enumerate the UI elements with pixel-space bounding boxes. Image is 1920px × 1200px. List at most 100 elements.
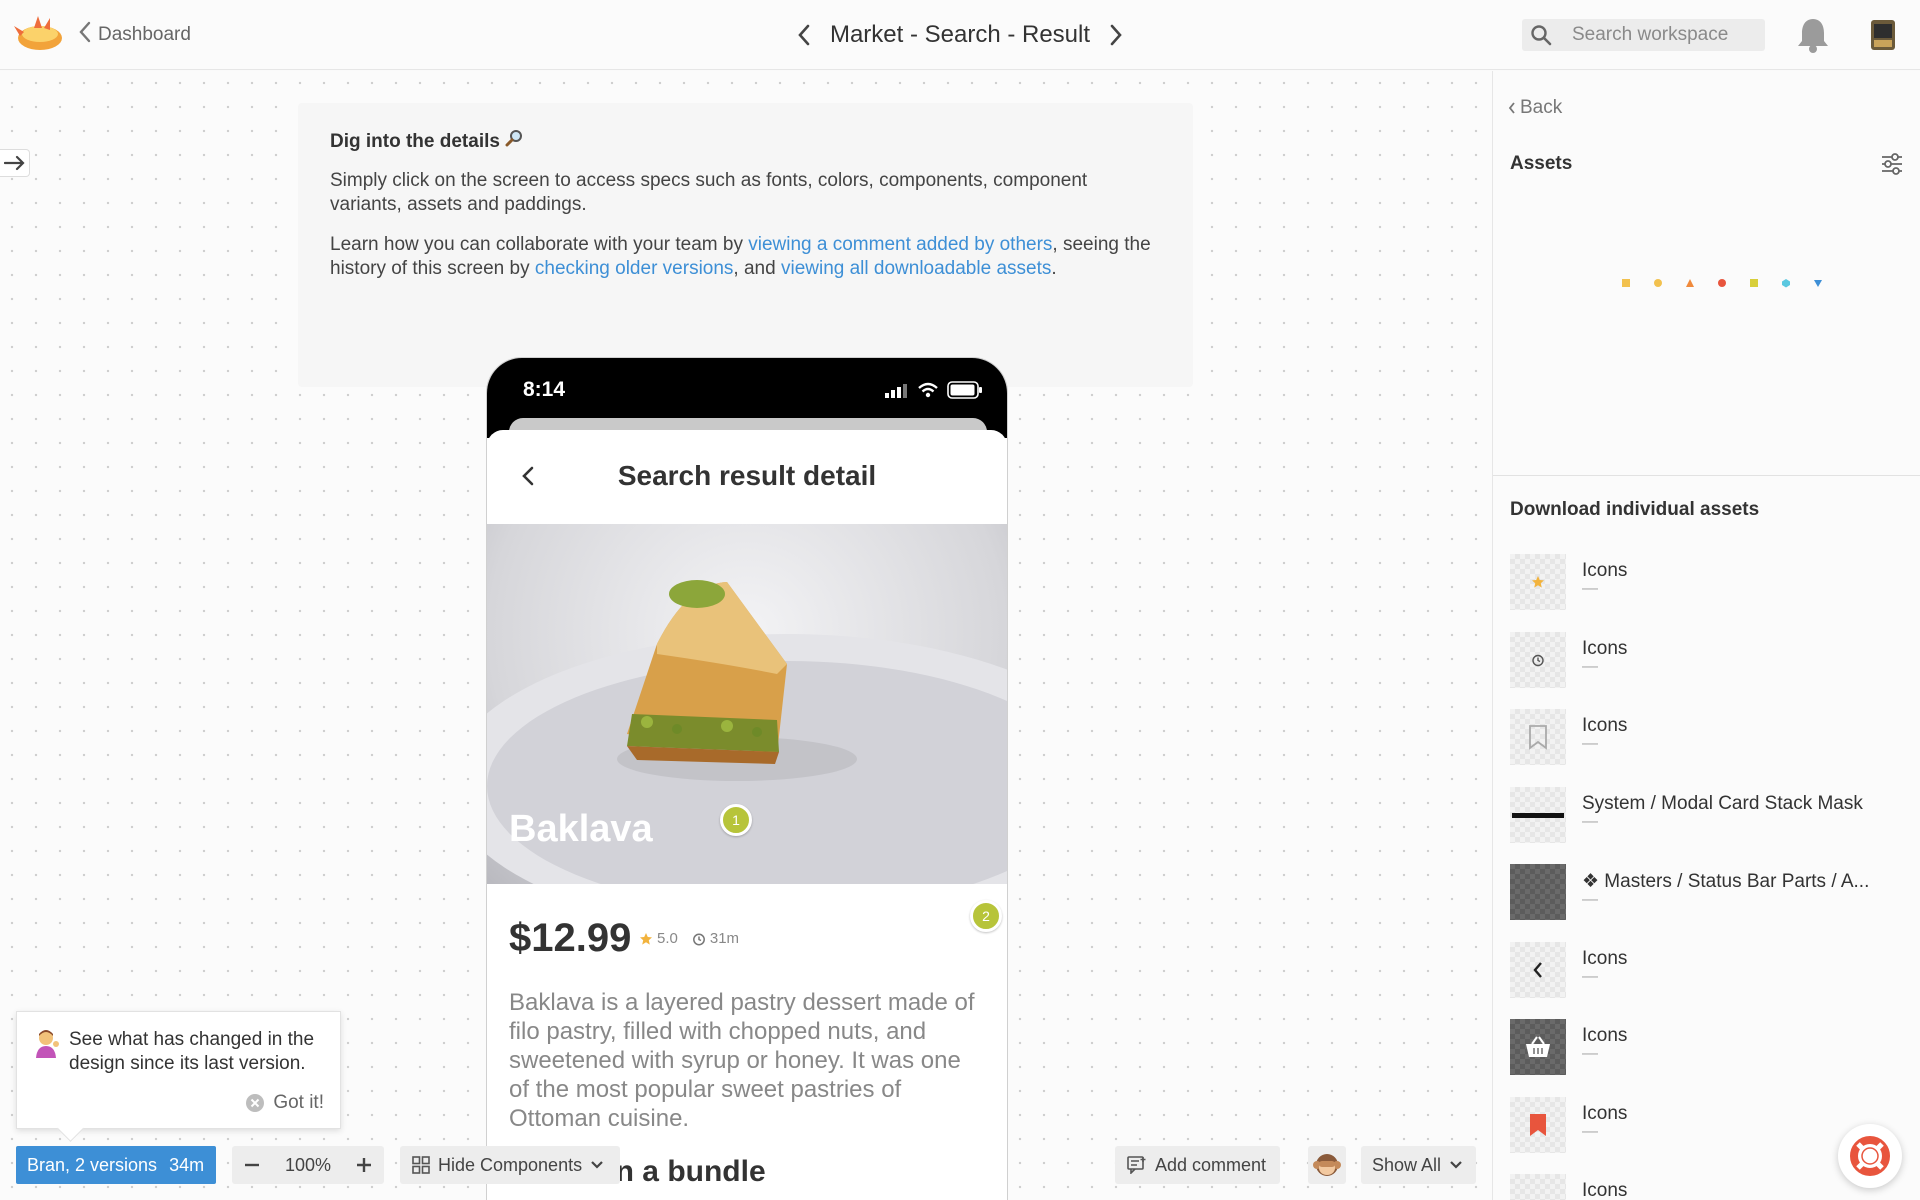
asset-item[interactable]: Icons —: [1510, 631, 1910, 710]
battery-icon: [947, 381, 982, 399]
comment-pin[interactable]: 1: [720, 804, 752, 836]
info-text: .: [1051, 258, 1057, 279]
info-text: , and: [733, 258, 781, 279]
show-all-dropdown[interactable]: Show All: [1361, 1146, 1476, 1184]
chevron-down-icon: [591, 1161, 603, 1169]
zoom-out-button[interactable]: [238, 1151, 266, 1179]
basket-icon: [1510, 1019, 1566, 1075]
see-no-evil-monkey-icon: [1313, 1154, 1341, 1176]
asset-thumbnail: [1510, 1174, 1566, 1200]
plus-icon: [356, 1158, 371, 1172]
chevron-left-icon: [1508, 102, 1515, 114]
panel-back-label: Back: [1520, 97, 1563, 118]
loader-dot-shape: [1782, 279, 1790, 288]
asset-item[interactable]: Icons —: [1510, 554, 1910, 632]
filter-sliders-icon[interactable]: [1879, 151, 1905, 177]
asset-item[interactable]: Icons —: [1510, 1019, 1910, 1097]
food-description: Baklava is a layered pastry dessert made…: [509, 989, 975, 1132]
screen-preview[interactable]: 8:14 Search result detail Baklava 1 $12.…: [486, 357, 1008, 1200]
asset-sub: —: [1582, 891, 1598, 908]
loader-dot: [1622, 279, 1630, 287]
food-name: Baklava: [509, 808, 653, 850]
info-card-heading: Dig into the details: [330, 129, 1161, 153]
older-versions-link[interactable]: checking older versions: [535, 258, 734, 279]
zoom-in-button[interactable]: [350, 1151, 378, 1179]
help-lifebuoy-icon[interactable]: [1838, 1124, 1902, 1188]
status-time: 8:14: [523, 378, 566, 401]
loader-dot-shape: [1654, 279, 1662, 287]
person-tipping-hand-icon: [31, 1028, 61, 1058]
asset-item[interactable]: Icons —: [1510, 709, 1910, 787]
back-to-dashboard-label: Dashboard: [98, 24, 191, 45]
loader-dot: [1782, 279, 1790, 288]
asset-item[interactable]: ❖ Masters / Status Bar Parts / A... —: [1510, 864, 1910, 942]
loader-dot-shape: [1622, 279, 1630, 287]
price: $12.99: [509, 916, 632, 960]
asset-name: Icons: [1582, 560, 1628, 581]
asset-item[interactable]: System / Modal Card Stack Mask —: [1510, 786, 1910, 865]
asset-item[interactable]: Icons —: [1510, 941, 1910, 1020]
asset-sub: —: [1582, 1122, 1598, 1140]
sheet-title: Search result detail: [617, 460, 877, 491]
result-detail-sheet: Search result detail Baklava 1 $12.99 5.…: [487, 430, 1007, 1189]
zeplin-logo-icon[interactable]: [14, 14, 66, 56]
rating-value: 5.0: [657, 930, 678, 947]
price-row: $12.99 5.0 31m 2: [487, 884, 1007, 988]
tooltip-message: See what has changed in the design since…: [69, 1029, 315, 1074]
back-to-dashboard-link[interactable]: Dashboard: [78, 20, 191, 50]
search-workspace-input[interactable]: [1560, 24, 1750, 46]
prep-time: 31m: [692, 930, 739, 947]
chevron-right-icon: [1110, 24, 1122, 46]
prep-time-value: 31m: [709, 930, 740, 947]
asset-name: Icons: [1582, 1025, 1628, 1046]
next-screen-button[interactable]: [1102, 14, 1130, 56]
asset-sub: —: [1582, 812, 1598, 830]
asset-name: Icons: [1582, 1102, 1628, 1124]
info-card-paragraph-1: Simply click on the screen to access spe…: [330, 170, 1088, 215]
magnifier-icon: [505, 130, 523, 152]
sheet-header: Search result detail: [487, 430, 1007, 524]
star-icon: [640, 932, 652, 945]
asset-sub: —: [1582, 735, 1598, 752]
info-card-paragraph-2: Learn how you can collaborate with your …: [330, 233, 1161, 281]
star-icon: [1510, 554, 1566, 610]
info-text: Learn how you can collaborate with your …: [330, 234, 749, 255]
people-monkey-button[interactable]: [1308, 1146, 1346, 1184]
meta-info: 5.0 31m: [639, 930, 739, 947]
previous-screen-button[interactable]: [790, 14, 818, 56]
asset-name: Icons: [1582, 1180, 1628, 1200]
hide-components-label: Hide Components: [438, 1154, 583, 1175]
loader-dot: [1750, 279, 1758, 287]
downloadable-assets-link[interactable]: viewing all downloadable assets: [781, 258, 1051, 279]
search-workspace-box: [1522, 19, 1765, 51]
versions-button[interactable]: Bran, 2 versions 34m: [16, 1146, 216, 1184]
panel-back-button[interactable]: Back: [1508, 97, 1562, 119]
user-avatar[interactable]: [1868, 18, 1898, 52]
loader-dot: [1654, 279, 1662, 287]
hide-components-dropdown[interactable]: Hide Components: [400, 1146, 620, 1184]
loader-dot: [1686, 279, 1694, 287]
loader-dot: [1814, 280, 1822, 287]
minus-icon: [245, 1163, 259, 1167]
details-info-card: Dig into the details Simply click on the…: [298, 103, 1193, 387]
dismiss-tooltip-button[interactable]: Got it!: [245, 1092, 324, 1114]
checker-icon: [1510, 864, 1566, 920]
wifi-icon: [918, 382, 938, 398]
comment-pin[interactable]: 2: [970, 900, 1002, 932]
bookmark-filled-icon: [1510, 1096, 1566, 1153]
components-icon: [412, 1156, 430, 1174]
expand-sidebar-button[interactable]: [0, 149, 30, 177]
asset-sub: —: [1582, 657, 1598, 675]
chevron-left-icon: [798, 24, 810, 46]
download-assets-title: Download individual assets: [1510, 499, 1760, 520]
notifications-bell-icon[interactable]: [1795, 16, 1831, 54]
add-comment-button[interactable]: Add comment: [1115, 1146, 1280, 1184]
loader-dot: [1718, 279, 1726, 287]
asset-name: Icons: [1582, 715, 1628, 736]
right-panel: Back Assets Download individual assets I…: [1492, 71, 1920, 1200]
chevron-left-icon: [78, 20, 92, 50]
view-comment-link[interactable]: viewing a comment added by others: [748, 234, 1052, 255]
close-circle-icon: [246, 1094, 265, 1112]
add-comment-label: Add comment: [1155, 1154, 1267, 1175]
show-all-label: Show All: [1372, 1154, 1442, 1175]
